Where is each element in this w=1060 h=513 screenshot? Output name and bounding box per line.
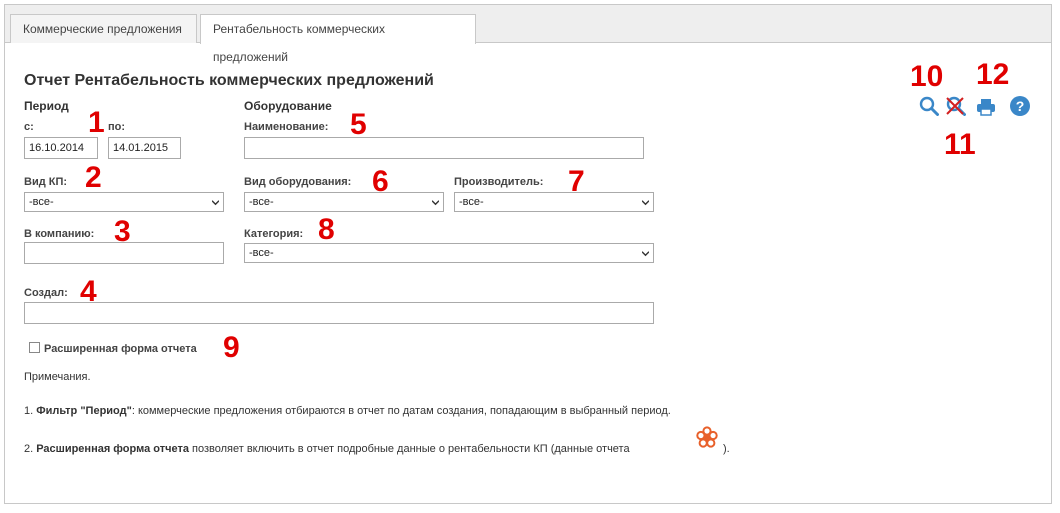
annotation-1: 1 <box>88 106 105 139</box>
annotation-11: 11 <box>944 128 976 161</box>
manufacturer-value: -все- <box>459 196 484 208</box>
period-from-label: с: <box>24 121 34 133</box>
company-label: В компанию: <box>24 228 95 240</box>
period-to-input[interactable] <box>108 137 181 159</box>
annotation-8: 8 <box>318 213 335 246</box>
equipment-type-select[interactable]: -все- <box>244 192 444 212</box>
tab-commercial-offers[interactable]: Коммерческие предложения <box>10 14 197 43</box>
note-1-text: : коммерческие предложения отбираются в … <box>131 405 671 417</box>
equipment-heading: Оборудование <box>244 99 332 113</box>
tab-bar: Коммерческие предложения Рентабельность … <box>5 5 1051 64</box>
annotation-3: 3 <box>114 215 131 248</box>
chevron-down-icon <box>642 251 649 257</box>
period-to-label: по: <box>108 121 126 133</box>
note-2-bold: Расширенная форма отчета <box>36 443 189 455</box>
page-title: Отчет Рентабельность коммерческих предло… <box>24 72 434 89</box>
equipment-type-label: Вид оборудования: <box>244 176 352 188</box>
notes-heading: Примечания. <box>24 371 91 383</box>
tab-profitability[interactable]: Рентабельность коммерческих предложений <box>200 14 476 64</box>
annotation-6: 6 <box>372 165 389 198</box>
extended-form-label[interactable]: Расширенная форма отчета <box>44 343 197 355</box>
note-2-suffix: ). <box>723 443 730 455</box>
annotation-2: 2 <box>85 161 102 194</box>
category-label: Категория: <box>244 228 304 240</box>
clear-search-icon[interactable] <box>946 96 966 116</box>
kp-type-select[interactable]: -все- <box>24 192 224 212</box>
chevron-down-icon <box>212 200 219 206</box>
note-1-prefix: 1. <box>24 405 37 417</box>
print-icon[interactable] <box>976 97 996 117</box>
annotation-10: 10 <box>910 60 944 93</box>
creator-input[interactable] <box>24 302 654 324</box>
equipment-name-label: Наименование: <box>244 121 329 133</box>
kp-type-label: Вид КП: <box>24 176 68 188</box>
note-2-prefix: 2. <box>24 443 37 455</box>
annotation-5: 5 <box>350 108 367 141</box>
equipment-name-input[interactable] <box>244 137 644 159</box>
manufacturer-select[interactable]: -все- <box>454 192 654 212</box>
annotation-4: 4 <box>80 275 97 308</box>
period-from-input[interactable] <box>24 137 98 159</box>
help-icon[interactable]: ? <box>1010 96 1030 116</box>
annotation-12: 12 <box>976 58 1010 91</box>
annotation-9: 9 <box>223 331 240 364</box>
note-2: 2. Расширенная форма отчета позволяет вк… <box>24 443 630 455</box>
svg-text:?: ? <box>1016 98 1025 114</box>
search-icon[interactable] <box>919 96 939 116</box>
extended-form-checkbox[interactable] <box>29 342 40 353</box>
chevron-down-icon <box>642 200 649 206</box>
kp-type-value: -все- <box>29 196 54 208</box>
annotation-7: 7 <box>568 165 585 198</box>
period-heading: Период <box>24 99 69 113</box>
category-select[interactable]: -все- <box>244 243 654 263</box>
flower-icon <box>696 426 718 448</box>
note-1: 1. Фильтр "Период": коммерческие предлож… <box>24 405 671 417</box>
note-2-text: позволяет включить в отчет подробные дан… <box>188 443 630 455</box>
note-1-bold: Фильтр "Период" <box>36 405 132 417</box>
chevron-down-icon <box>432 200 439 206</box>
creator-label: Создал: <box>24 287 68 299</box>
category-value: -все- <box>249 247 274 259</box>
manufacturer-label: Производитель: <box>454 176 544 188</box>
equipment-type-value: -все- <box>249 196 274 208</box>
